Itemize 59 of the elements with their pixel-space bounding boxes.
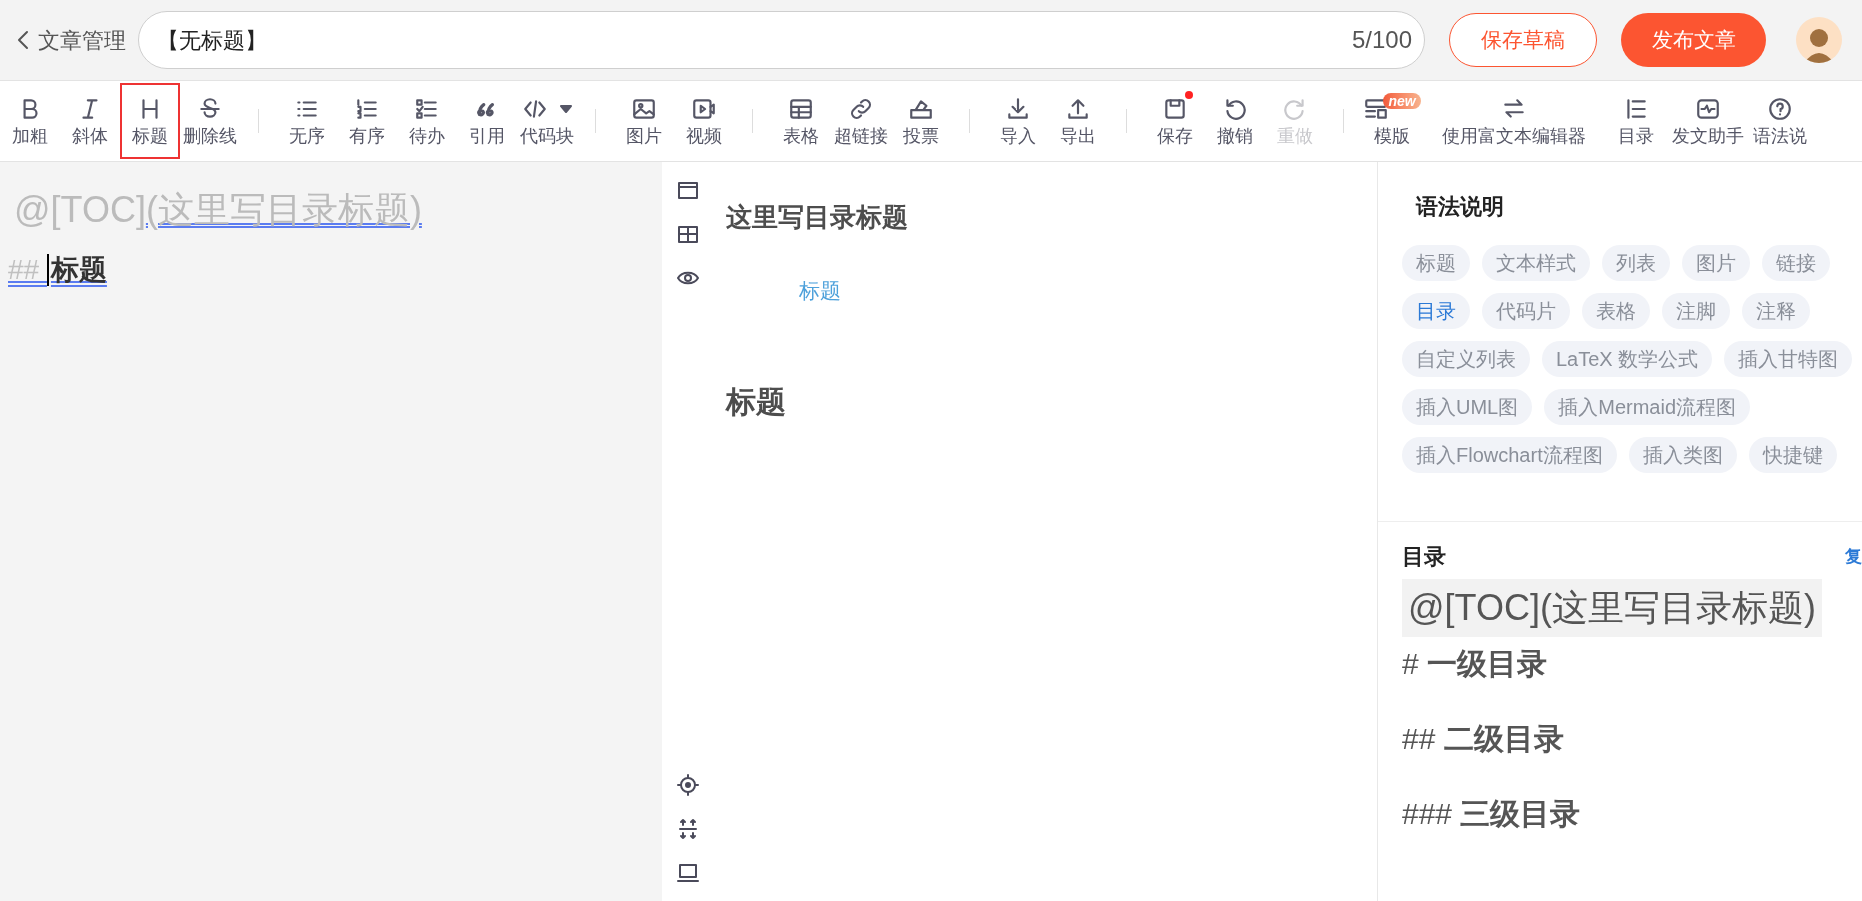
heading-source-text: 标题 [50,253,107,287]
panel-title: 语法说明 [1416,193,1505,221]
toolbar-button[interactable]: 撤销 [1205,83,1265,159]
back-icon [16,29,30,51]
new-badge: new [1383,93,1421,109]
link-icon [848,96,874,122]
toolbar-button[interactable]: 保存 [1145,83,1205,159]
toolbar-button[interactable]: 导出 [1048,83,1108,159]
toolbar-button[interactable]: 表格 [771,83,831,159]
code-block: @[TOC](这里写目录标题) [1402,579,1822,637]
toolbar-button[interactable]: 发文助手 [1666,83,1750,159]
toolbar-button[interactable]: 语法说 [1750,83,1810,159]
toolbar-button[interactable]: 目录 [1606,83,1666,159]
avatar [1796,17,1842,63]
upload-icon [1065,96,1091,122]
help-icon [1767,96,1793,122]
image-icon [631,96,657,122]
character-count: 5/100 [1351,25,1412,55]
toolbar-button[interactable]: 标题 [120,83,180,159]
toolbar-button[interactable]: 有序 [337,83,397,159]
copy-link[interactable]: 复 [1845,543,1862,570]
heading-example: ### 三级目录 [1402,796,1582,832]
toolbar-button[interactable]: new 模版 [1362,83,1422,159]
toolbar-button[interactable]: 图片 [614,83,674,159]
download-icon [1005,96,1031,122]
toolbar-button[interactable]: 使用富文本编辑器 [1422,83,1606,159]
toolbar-button[interactable]: 导入 [988,83,1048,159]
toolbar-button[interactable]: 删除线 [180,83,240,159]
template-icon [1363,96,1390,122]
toc-heading: 这里写目录标题 [726,201,909,234]
numbered-list-icon [354,96,380,122]
toolbar-button[interactable]: 斜体 [60,83,120,159]
section-title: 目录 [1402,543,1446,571]
heading-marks: ## [8,253,41,287]
toc-source-line: @[TOC](这里写目录标题) [14,188,423,232]
toolbar-button[interactable]: 代码块 [517,83,577,159]
back-link[interactable]: 文章管理 [16,23,126,57]
toolbar-button[interactable]: 无序 [277,83,337,159]
preview-heading: 标题 [726,383,787,420]
title-text: 【无标题】 [157,26,268,55]
table-icon [788,96,814,122]
sync-scroll-icon [676,817,700,841]
syntax-tag[interactable]: 目录 [1402,293,1470,329]
toolbar-button[interactable]: 投票 [891,83,951,159]
caret-icon [560,105,572,113]
text-cursor [46,254,49,286]
checklist-icon [414,96,440,122]
video-icon [691,96,717,122]
crosshair-icon [676,773,700,797]
laptop-icon [676,861,700,885]
toolbar-button[interactable]: 引用 [457,83,517,159]
heading-example: # 一级目录 [1402,646,1549,682]
toolbar-button[interactable]: 加粗 [0,83,60,159]
title-field[interactable]: 【无标题】 5/100 [138,11,1425,69]
toolbar-button[interactable]: 待办 [397,83,457,159]
toolbar-button[interactable]: 视频 [674,83,734,159]
heading-example: ## 二级目录 [1402,721,1565,757]
toolbar-button[interactable]: 超链接 [831,83,891,159]
pulse-icon [1695,96,1721,122]
